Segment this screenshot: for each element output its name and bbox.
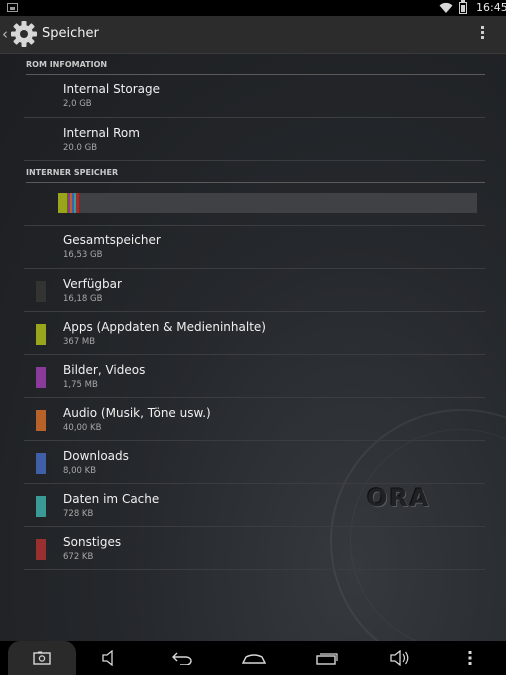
item-value: 367 MB [63, 337, 96, 347]
list-item-cache[interactable]: Daten im Cache 728 KB [24, 484, 485, 527]
notification-image-icon [7, 3, 18, 12]
page-title: Speicher [42, 26, 99, 41]
item-value: 2,0 GB [63, 99, 92, 109]
item-label: Internal Storage [63, 82, 161, 96]
item-value: 8,00 KB [63, 466, 97, 476]
menu-icon [468, 651, 472, 665]
navigation-bar [0, 641, 506, 675]
item-value: 728 KB [63, 509, 94, 519]
up-caret-icon[interactable]: ‹ [2, 25, 8, 43]
item-value: 40,00 KB [63, 423, 102, 433]
item-label: Gesamtspeicher [63, 233, 161, 247]
recent-apps-button[interactable] [297, 641, 357, 675]
item-label: Sonstiges [63, 535, 122, 549]
screenshot-button[interactable] [8, 641, 76, 675]
item-label: Bilder, Videos [63, 363, 146, 377]
storage-settings-list[interactable]: ORA ROM INFOMATION Internal Storage 2,0 … [0, 54, 506, 641]
color-swatch [36, 367, 46, 388]
overflow-menu-icon[interactable] [480, 26, 486, 44]
action-bar: ‹ Speicher [0, 16, 506, 54]
volume-up-button[interactable] [370, 641, 430, 675]
color-swatch [36, 281, 46, 302]
list-item-apps[interactable]: Apps (Appdaten & Medieninhalte) 367 MB [24, 312, 485, 355]
section-header-rom: ROM INFOMATION [26, 60, 485, 75]
list-item-images[interactable]: Bilder, Videos 1,75 MB [24, 355, 485, 398]
item-value: 16,18 GB [63, 294, 103, 304]
color-swatch [36, 539, 46, 560]
back-button[interactable] [152, 641, 212, 675]
color-swatch [36, 453, 46, 474]
home-button[interactable] [224, 641, 284, 675]
item-label: Daten im Cache [63, 492, 160, 506]
color-swatch [36, 324, 46, 345]
item-value: 672 KB [63, 552, 94, 562]
status-bar: 16:45 [0, 0, 506, 16]
list-item-total[interactable]: Gesamtspeicher 16,53 GB [24, 225, 485, 269]
wifi-icon [439, 2, 453, 14]
item-label: Internal Rom [63, 126, 140, 140]
battery-icon [459, 0, 467, 14]
storage-usage-bar [58, 193, 477, 213]
usage-segment-apps [58, 193, 67, 213]
item-label: Downloads [63, 449, 129, 463]
recent-apps-icon [316, 653, 338, 665]
list-item[interactable]: Internal Storage 2,0 GB [24, 74, 485, 118]
list-item-audio[interactable]: Audio (Musik, Töne usw.) 40,00 KB [24, 398, 485, 441]
volume-down-button[interactable] [80, 641, 140, 675]
volume-up-icon [390, 650, 409, 666]
item-label: Verfügbar [63, 277, 122, 291]
list-item[interactable]: Internal Rom 20.0 GB [24, 118, 485, 161]
item-label: Apps (Appdaten & Medieninhalte) [63, 320, 266, 334]
section-header-internal: INTERNER SPEICHER [26, 168, 485, 183]
usage-segment-misc [76, 193, 79, 213]
screenshot-icon [33, 651, 51, 665]
item-label: Audio (Musik, Töne usw.) [63, 406, 211, 420]
menu-button[interactable] [440, 641, 500, 675]
status-clock: 16:45 [476, 1, 506, 14]
list-item-misc[interactable]: Sonstiges 672 KB [24, 527, 485, 570]
item-value: 20.0 GB [63, 143, 98, 153]
color-swatch [36, 496, 46, 517]
list-item-available[interactable]: Verfügbar 16,18 GB [24, 269, 485, 312]
back-icon [172, 652, 192, 665]
settings-gear-icon[interactable] [9, 19, 39, 49]
color-swatch [36, 410, 46, 431]
home-icon [242, 654, 266, 664]
item-value: 16,53 GB [63, 250, 103, 260]
list-item-downloads[interactable]: Downloads 8,00 KB [24, 441, 485, 484]
item-value: 1,75 MB [63, 380, 98, 390]
volume-down-icon [102, 650, 113, 666]
